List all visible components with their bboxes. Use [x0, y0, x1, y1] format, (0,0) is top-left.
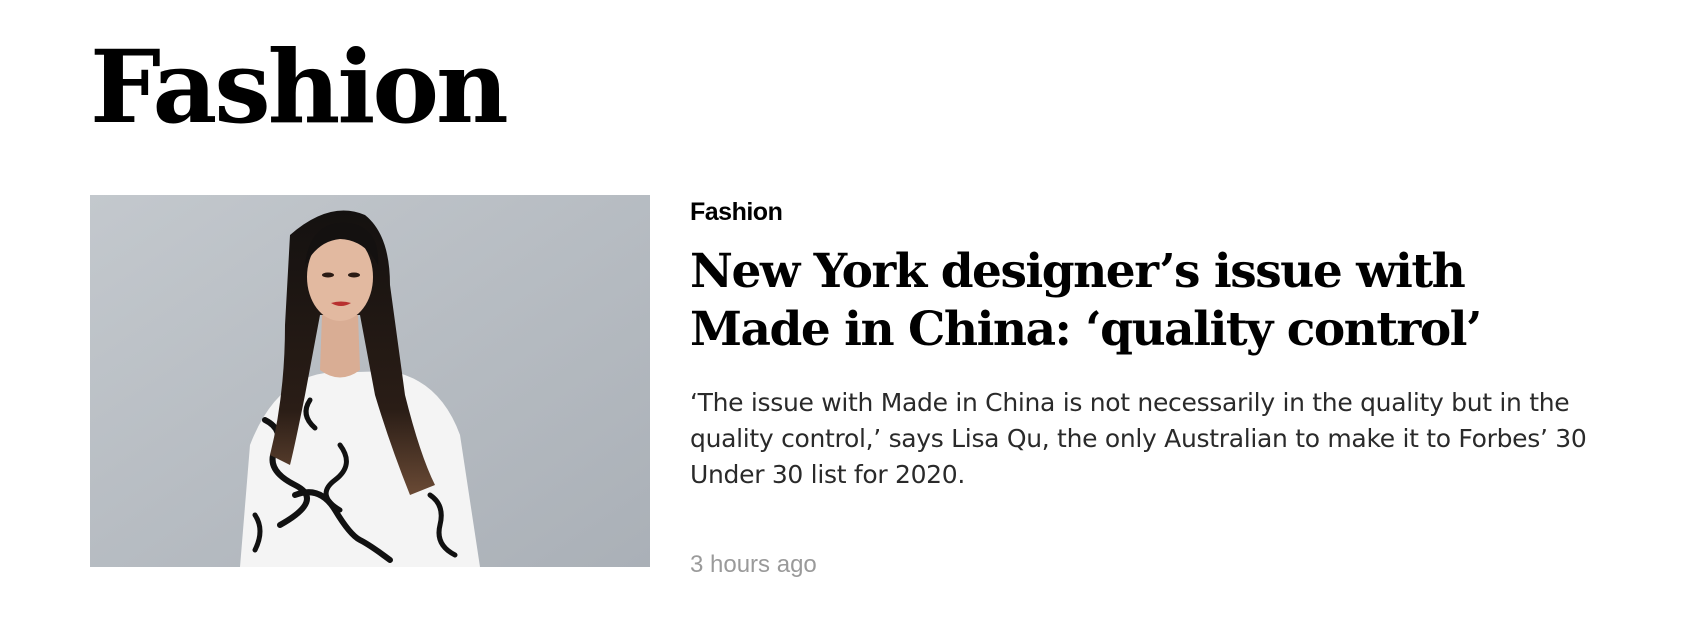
article-headline[interactable]: New York designer’s issue with Made in C… [690, 243, 1610, 359]
article-content: Fashion New York designer’s issue with M… [690, 195, 1610, 493]
category-link[interactable]: Fashion [690, 195, 783, 229]
article-thumbnail[interactable] [90, 195, 650, 567]
section-title: Fashion [90, 28, 509, 146]
article-summary: ‘The issue with Made in China is not nec… [690, 388, 1587, 489]
article-card[interactable]: Fashion New York designer’s issue with M… [90, 195, 1610, 595]
article-timestamp: 3 hours ago [690, 551, 817, 578]
portrait-image [90, 195, 650, 567]
